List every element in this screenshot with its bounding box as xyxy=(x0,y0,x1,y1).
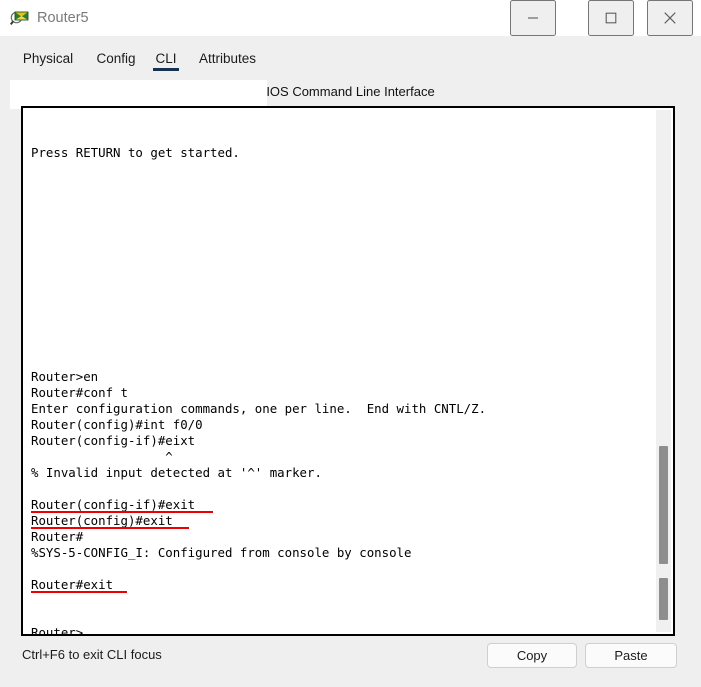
terminal-line-text xyxy=(31,257,38,272)
router-device-icon xyxy=(10,8,30,28)
terminal-line-text: %SYS-5-CONFIG_I: Configured from console… xyxy=(31,545,412,560)
terminal-line-text: Press RETURN to get started. xyxy=(31,145,240,160)
terminal-line-text: Router#conf t xyxy=(31,385,128,400)
tab-config[interactable]: Config xyxy=(96,44,136,73)
terminal-line: Router#exit xyxy=(31,577,651,593)
panel-header: IOS Command Line Interface xyxy=(266,84,435,99)
terminal-line-text xyxy=(31,593,38,608)
terminal-line xyxy=(31,609,651,625)
cli-terminal[interactable]: Press RETURN to get started. Router>en Ro… xyxy=(21,106,675,636)
window-title: Router5 xyxy=(37,10,89,26)
terminal-line-text xyxy=(31,321,38,336)
terminal-line: Router> xyxy=(31,625,651,636)
terminal-line xyxy=(31,337,651,353)
terminal-line: Press RETURN to get started. xyxy=(31,145,651,161)
terminal-line-text xyxy=(31,161,38,176)
terminal-line: Router(config-if)#eixt xyxy=(31,433,651,449)
terminal-line-text: Router(config-if)#eixt xyxy=(31,433,196,448)
terminal-line: Router(config)#exit xyxy=(31,513,651,529)
terminal-line-text: Enter configuration commands, one per li… xyxy=(31,401,487,416)
scrollbar-thumb[interactable] xyxy=(659,446,668,564)
terminal-line-text xyxy=(31,609,38,624)
terminal-line xyxy=(31,273,651,289)
terminal-line xyxy=(31,481,651,497)
maximize-icon[interactable] xyxy=(588,0,634,36)
terminal-line-text xyxy=(31,113,38,128)
tab-physical[interactable]: Physical xyxy=(21,44,75,73)
terminal-line xyxy=(31,209,651,225)
terminal-line xyxy=(31,193,651,209)
paste-button[interactable]: Paste xyxy=(585,643,677,668)
terminal-line xyxy=(31,241,651,257)
terminal-line xyxy=(31,561,651,577)
title-bar: Router5 xyxy=(0,0,701,36)
terminal-line-text xyxy=(31,353,38,368)
terminal-line-text xyxy=(31,129,38,144)
terminal-line: Router>en xyxy=(31,369,651,385)
terminal-line-text xyxy=(31,177,38,192)
terminal-line-text xyxy=(31,209,38,224)
close-icon[interactable] xyxy=(647,0,693,36)
scrollbar-thumb-secondary[interactable] xyxy=(659,578,668,620)
terminal-line-text xyxy=(31,481,38,496)
terminal-line: Enter configuration commands, one per li… xyxy=(31,401,651,417)
cli-focus-hint: Ctrl+F6 to exit CLI focus xyxy=(22,647,162,662)
terminal-line xyxy=(31,289,651,305)
terminal-line-text: ^ xyxy=(31,449,173,464)
terminal-line-text xyxy=(31,225,38,240)
terminal-line-text xyxy=(31,289,38,304)
terminal-line xyxy=(31,113,651,129)
terminal-line-text xyxy=(31,241,38,256)
terminal-line xyxy=(31,321,651,337)
terminal-line xyxy=(31,129,651,145)
terminal-line xyxy=(31,161,651,177)
terminal-line-text xyxy=(31,305,38,320)
copy-button[interactable]: Copy xyxy=(487,643,577,668)
terminal-line xyxy=(31,305,651,321)
minimize-icon[interactable] xyxy=(510,0,556,36)
terminal-line-text: Router(config)#exit xyxy=(31,513,173,528)
terminal-line: % Invalid input detected at '^' marker. xyxy=(31,465,651,481)
tab-cli[interactable]: CLI xyxy=(153,44,179,73)
terminal-output: Press RETURN to get started. Router>en Ro… xyxy=(31,113,651,636)
terminal-line-text: Router>en xyxy=(31,369,99,384)
terminal-line-text: Router(config)#int f0/0 xyxy=(31,417,203,432)
terminal-line-text xyxy=(31,561,38,576)
terminal-line xyxy=(31,257,651,273)
terminal-line-text xyxy=(31,273,38,288)
terminal-line-text: Router(config-if)#exit xyxy=(31,497,196,512)
terminal-line: Router#conf t xyxy=(31,385,651,401)
terminal-line-text: Router> xyxy=(31,625,84,636)
terminal-line xyxy=(31,225,651,241)
terminal-line: %SYS-5-CONFIG_I: Configured from console… xyxy=(31,545,651,561)
terminal-line: Router(config-if)#exit xyxy=(31,497,651,513)
tab-attributes[interactable]: Attributes xyxy=(196,44,259,73)
router-cli-window: Router5 Physical Config CLI Attributes I… xyxy=(0,0,701,687)
terminal-line-text xyxy=(31,193,38,208)
terminal-line: Router# xyxy=(31,529,651,545)
terminal-line xyxy=(31,353,651,369)
terminal-line xyxy=(31,177,651,193)
terminal-line-text: % Invalid input detected at '^' marker. xyxy=(31,465,322,480)
terminal-line-text: Router#exit xyxy=(31,577,114,592)
terminal-line: Router(config)#int f0/0 xyxy=(31,417,651,433)
terminal-line: ^ xyxy=(31,449,651,465)
terminal-line xyxy=(31,593,651,609)
terminal-line-text: Router# xyxy=(31,529,84,544)
terminal-line-text xyxy=(31,337,38,352)
terminal-scrollbar[interactable] xyxy=(656,110,671,632)
